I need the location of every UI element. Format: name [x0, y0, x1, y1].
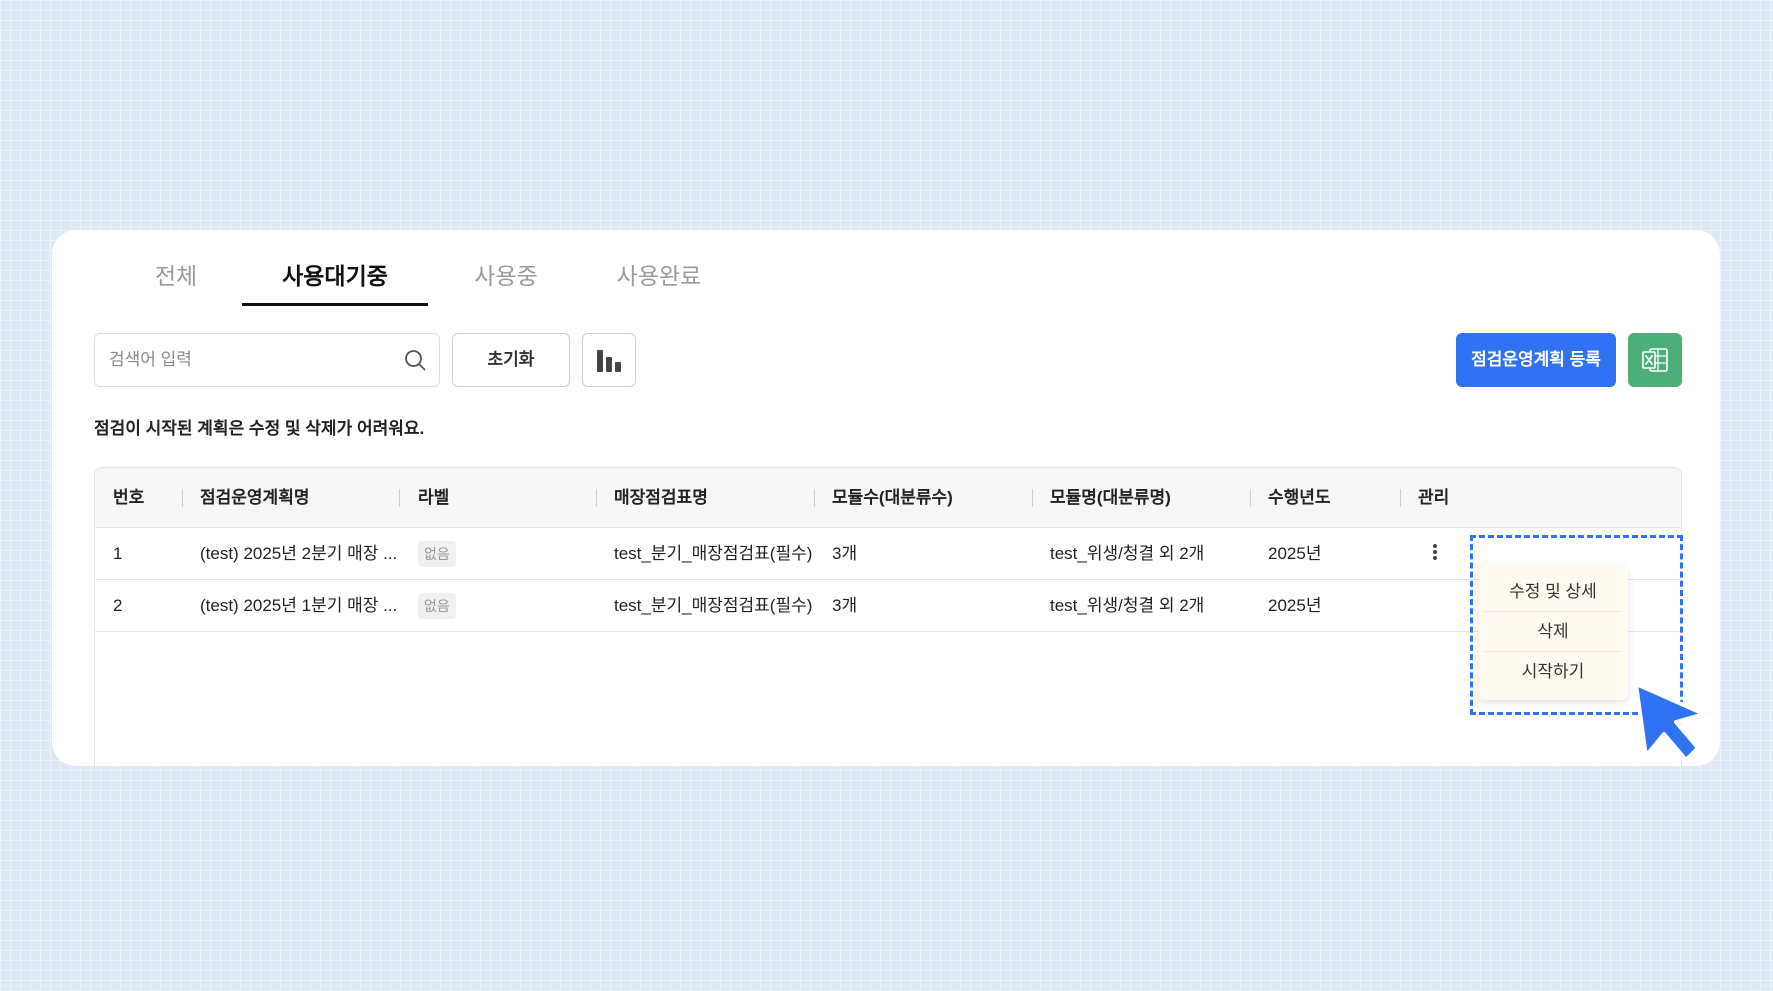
cell-module-names: test_위생/청결 외 2개	[1050, 544, 1205, 563]
plan-list-card: 전체 사용대기중 사용중 사용완료 초기화 점검운영계획 등록 점검이 시작된 …	[52, 230, 1720, 766]
register-plan-button[interactable]: 점검운영계획 등록	[1456, 333, 1616, 387]
cell-no: 1	[113, 544, 123, 563]
more-options-icon[interactable]	[1432, 542, 1438, 564]
header-checklist-name[interactable]: 매장점검표명	[614, 468, 708, 528]
menu-edit-detail[interactable]: 수정 및 상세	[1484, 572, 1622, 612]
header-module-count[interactable]: 모듈수(대분류수)	[832, 468, 953, 528]
chart-button[interactable]	[582, 333, 636, 387]
cell-year: 2025년	[1268, 596, 1322, 615]
tab-in-use[interactable]: 사용중	[436, 250, 576, 306]
tab-completed[interactable]: 사용완료	[576, 250, 742, 306]
cell-plan-name[interactable]: (test) 2025년 1분기 매장 ...	[200, 580, 397, 632]
menu-delete[interactable]: 삭제	[1484, 612, 1622, 652]
notice-text: 점검이 시작된 계획은 수정 및 삭제가 어려워요.	[94, 419, 425, 438]
tab-waiting[interactable]: 사용대기중	[242, 250, 428, 306]
row-actions-menu: 수정 및 상세 삭제 시작하기	[1478, 566, 1628, 700]
excel-icon	[1642, 348, 1668, 372]
label-badge: 없음	[418, 593, 456, 619]
header-year[interactable]: 수행년도	[1268, 468, 1331, 528]
cell-module-count: 3개	[832, 544, 858, 563]
search-input[interactable]	[95, 334, 385, 386]
cell-checklist-name: test_분기_매장점검표(필수)	[614, 596, 813, 615]
cell-plan-name[interactable]: (test) 2025년 2분기 매장 ...	[200, 528, 397, 580]
table-row[interactable]: 2 (test) 2025년 1분기 매장 ... 없음 test_분기_매장점…	[95, 580, 1681, 632]
table-header: 번호 점검운영계획명 라벨 매장점검표명 모듈수(대분류수) 모듈명(대분류명)…	[95, 468, 1681, 528]
excel-download-button[interactable]	[1628, 333, 1682, 387]
search-box	[94, 333, 440, 387]
pointer-cursor-icon	[1634, 682, 1706, 762]
cell-checklist-name: test_분기_매장점검표(필수)	[614, 544, 813, 563]
status-tabs: 전체 사용대기중 사용중 사용완료	[116, 250, 742, 306]
label-badge: 없음	[418, 541, 456, 567]
header-manage: 관리	[1418, 488, 1450, 507]
plan-table: 번호 점검운영계획명 라벨 매장점검표명 모듈수(대분류수) 모듈명(대분류명)…	[94, 467, 1682, 766]
header-plan-name[interactable]: 점검운영계획명	[200, 468, 309, 528]
tab-all[interactable]: 전체	[116, 250, 236, 306]
header-label[interactable]: 라벨	[418, 468, 449, 528]
bar-chart-icon	[597, 350, 623, 372]
cell-no: 2	[113, 596, 123, 615]
table-row[interactable]: 1 (test) 2025년 2분기 매장 ... 없음 test_분기_매장점…	[95, 528, 1681, 580]
cell-module-count: 3개	[832, 596, 858, 615]
cell-module-names: test_위생/청결 외 2개	[1050, 596, 1205, 615]
header-module-names[interactable]: 모듈명(대분류명)	[1050, 468, 1171, 528]
search-icon[interactable]	[403, 348, 427, 372]
cell-year: 2025년	[1268, 544, 1322, 563]
reset-button[interactable]: 초기화	[452, 333, 570, 387]
menu-start[interactable]: 시작하기	[1484, 652, 1622, 692]
header-no: 번호	[113, 488, 145, 507]
